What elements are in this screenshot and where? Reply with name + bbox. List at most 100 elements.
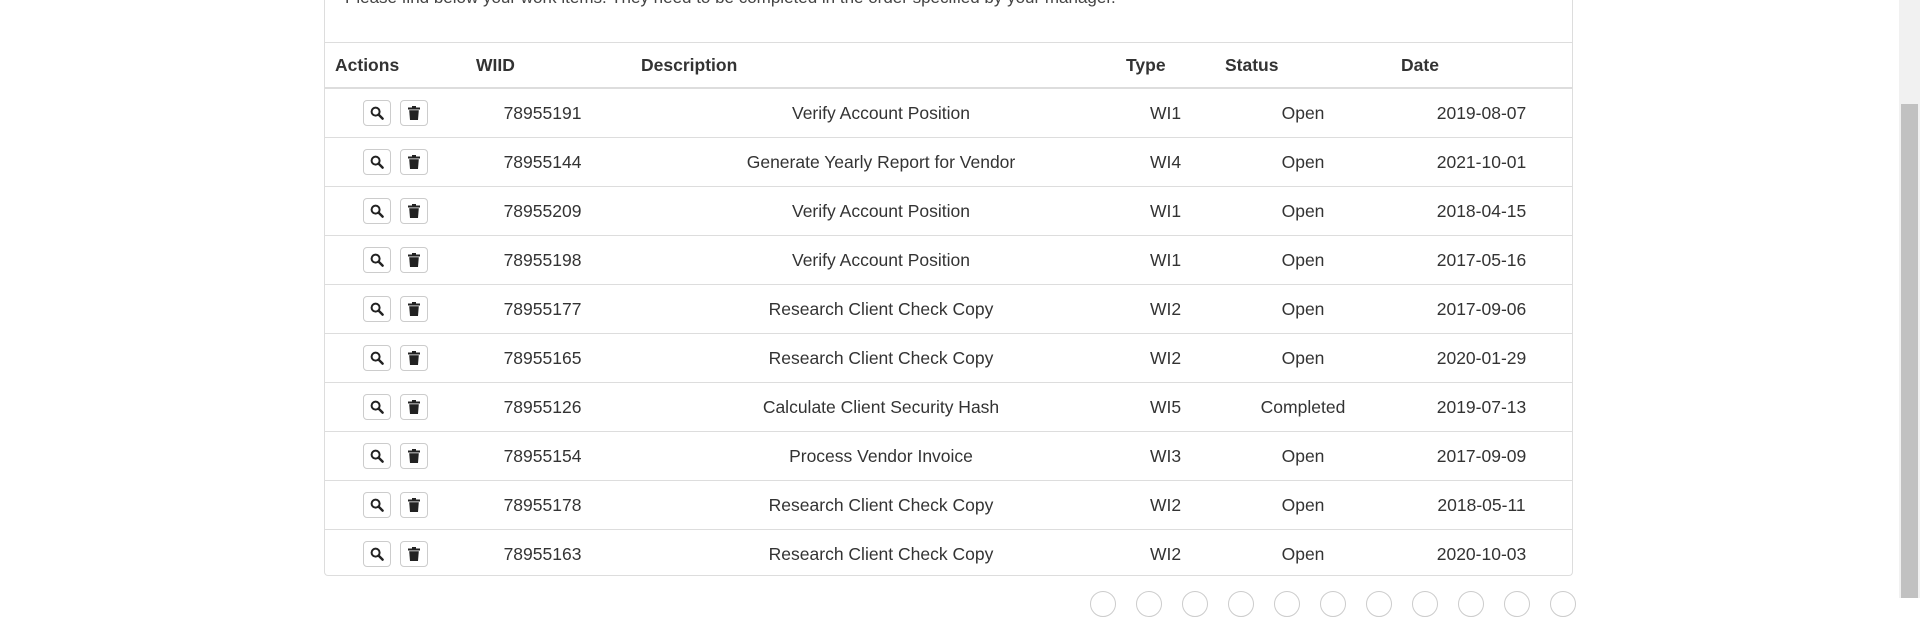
trash-icon (407, 155, 420, 169)
delete-button[interactable] (399, 198, 428, 224)
column-header-date[interactable]: Date (1391, 43, 1572, 89)
search-icon (370, 155, 384, 169)
cell-status: Open (1215, 431, 1391, 481)
table-row: 78955126 Calculate Client Security Hash … (325, 382, 1572, 432)
view-button[interactable] (363, 247, 392, 273)
cell-description: Research Client Check Copy (631, 480, 1116, 530)
cell-type: WI2 (1116, 480, 1215, 530)
search-icon (370, 498, 384, 512)
cell-description: Research Client Check Copy (768, 543, 994, 564)
cell-date: 2018-05-11 (1391, 480, 1572, 530)
delete-button[interactable] (399, 541, 428, 567)
page-button[interactable] (1228, 591, 1254, 617)
trash-icon (407, 449, 420, 463)
row-actions (325, 137, 466, 187)
pagination (1090, 591, 1576, 617)
page-button[interactable] (1504, 591, 1530, 617)
trash-icon (407, 547, 420, 561)
cell-date: 2019-07-13 (1391, 382, 1572, 432)
column-header-status[interactable]: Status (1215, 43, 1391, 89)
trash-icon (407, 498, 420, 512)
row-actions (325, 333, 466, 383)
table-header-row: Actions WIID Description Type Status Dat… (325, 43, 1572, 89)
delete-button[interactable] (399, 443, 428, 469)
cell-description: Verify Account Position (631, 88, 1116, 138)
page-button[interactable] (1320, 591, 1346, 617)
cell-wiid: 78955191 (466, 88, 631, 138)
column-header-description[interactable]: Description (631, 43, 1116, 89)
view-button[interactable] (363, 541, 392, 567)
view-button[interactable] (363, 492, 392, 518)
cell-type: WI1 (1116, 235, 1215, 285)
cell-status: Open (1281, 543, 1325, 564)
view-button[interactable] (363, 149, 392, 175)
delete-button[interactable] (399, 149, 428, 175)
view-button[interactable] (363, 345, 392, 371)
search-icon (370, 400, 384, 414)
page-button[interactable] (1182, 591, 1208, 617)
cell-wiid: 78955209 (466, 186, 631, 236)
cell-date: 2017-09-09 (1391, 431, 1572, 481)
table-row: 78955209 Verify Account Position WI1 Ope… (325, 186, 1572, 236)
cell-wiid: 78955126 (466, 382, 631, 432)
view-button[interactable] (363, 443, 392, 469)
search-icon (370, 449, 384, 463)
table-row: 78955163 Research Client Check Copy WI2 … (325, 530, 1572, 579)
search-icon (370, 302, 384, 316)
cell-wiid: 78955178 (466, 480, 631, 530)
table-row: 78955177 Research Client Check Copy WI2 … (325, 284, 1572, 334)
cell-status: Open (1215, 186, 1391, 236)
page-button[interactable] (1412, 591, 1438, 617)
cell-type: WI2 (1149, 543, 1182, 564)
cell-type: WI1 (1116, 88, 1215, 138)
page-button[interactable] (1550, 591, 1576, 617)
cell-description: Verify Account Position (631, 235, 1116, 285)
page-button[interactable] (1458, 591, 1484, 617)
delete-button[interactable] (399, 100, 428, 126)
cell-type: WI2 (1116, 333, 1215, 383)
page-button[interactable] (1136, 591, 1162, 617)
page-button[interactable] (1090, 591, 1116, 617)
trash-icon (407, 204, 420, 218)
column-header-type[interactable]: Type (1116, 43, 1215, 89)
table-row: 78955191 Verify Account Position WI1 Ope… (325, 88, 1572, 138)
trash-icon (407, 302, 420, 316)
delete-button[interactable] (399, 492, 428, 518)
table-row: 78955198 Verify Account Position WI1 Ope… (325, 235, 1572, 285)
view-button[interactable] (363, 296, 392, 322)
trash-icon (407, 400, 420, 414)
table-body: 78955191 Verify Account Position WI1 Ope… (325, 88, 1572, 578)
vertical-scrollbar[interactable] (1899, 0, 1920, 598)
delete-button[interactable] (399, 394, 428, 420)
cell-wiid: 78955165 (466, 333, 631, 383)
column-header-actions[interactable]: Actions (325, 43, 466, 89)
trash-icon (407, 253, 420, 267)
row-actions (325, 235, 466, 285)
delete-button[interactable] (399, 296, 428, 322)
row-actions (325, 88, 466, 138)
delete-button[interactable] (399, 247, 428, 273)
view-button[interactable] (363, 100, 392, 126)
delete-button[interactable] (399, 345, 428, 371)
cell-date: 2021-10-01 (1391, 137, 1572, 187)
row-actions (325, 431, 466, 481)
cell-description: Process Vendor Invoice (631, 431, 1116, 481)
column-header-wiid[interactable]: WIID (466, 43, 631, 89)
cell-date: 2017-05-16 (1391, 235, 1572, 285)
search-icon (370, 253, 384, 267)
cell-status: Open (1215, 88, 1391, 138)
scrollbar-thumb[interactable] (1901, 104, 1918, 598)
cell-date: 2019-08-07 (1391, 88, 1572, 138)
cell-date: 2020-01-29 (1391, 333, 1572, 383)
view-button[interactable] (363, 394, 392, 420)
table-row: 78955154 Process Vendor Invoice WI3 Open… (325, 431, 1572, 481)
cell-type: WI1 (1116, 186, 1215, 236)
cell-wiid: 78955163 (503, 543, 582, 564)
cell-description: Research Client Check Copy (631, 333, 1116, 383)
page-button[interactable] (1366, 591, 1392, 617)
table-row: 78955165 Research Client Check Copy WI2 … (325, 333, 1572, 383)
cell-description: Verify Account Position (631, 186, 1116, 236)
search-icon (370, 106, 384, 120)
view-button[interactable] (363, 198, 392, 224)
page-button[interactable] (1274, 591, 1300, 617)
